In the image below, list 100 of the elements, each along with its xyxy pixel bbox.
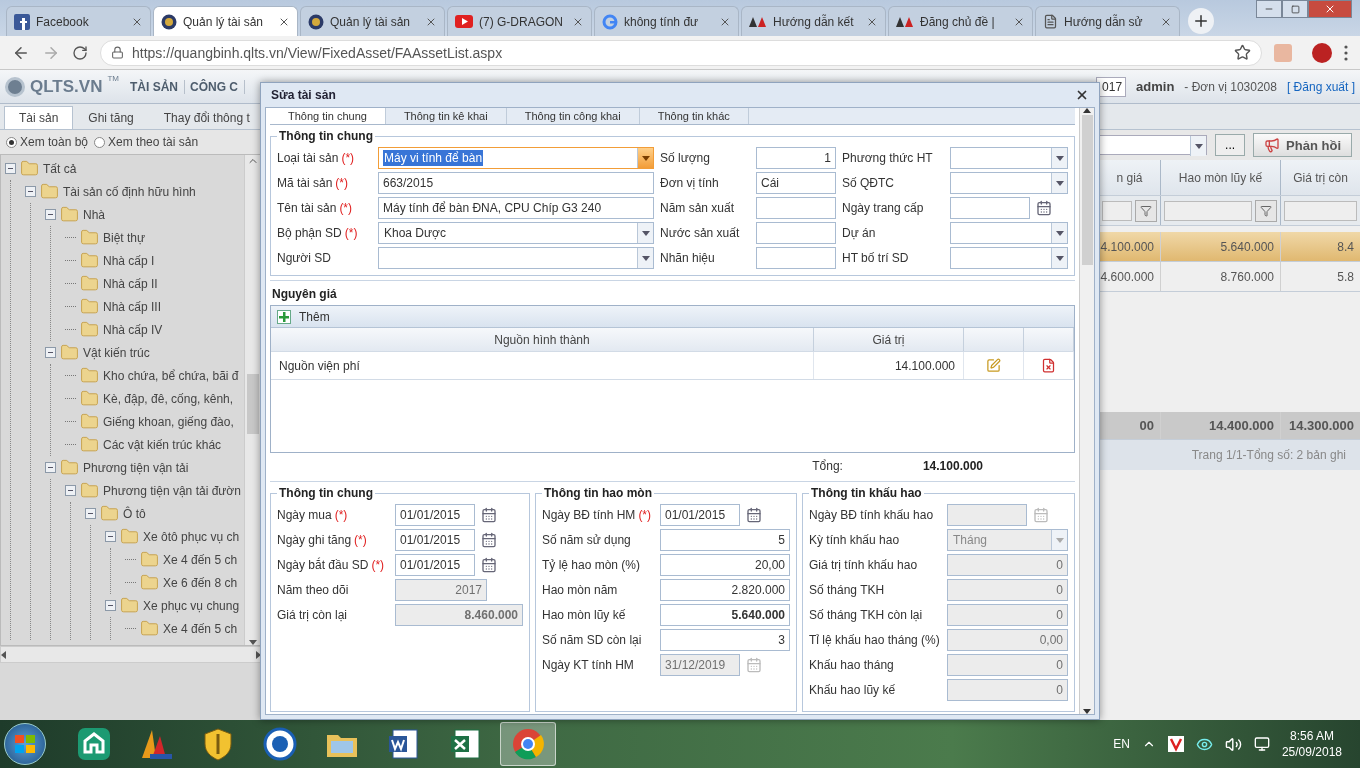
caret-icon[interactable] bbox=[641, 230, 650, 236]
date-field[interactable] bbox=[950, 197, 1030, 219]
text-field[interactable]: Máy tính để bàn ĐNA, CPU Chíp G3 240 bbox=[378, 197, 654, 219]
scroll-left-icon[interactable] bbox=[1, 650, 6, 659]
tree-item[interactable]: Các vật kiến trúc khác bbox=[103, 437, 222, 452]
collapse-toggle[interactable] bbox=[45, 347, 56, 358]
browser-tab[interactable]: Quản lý tài sản bbox=[300, 6, 445, 36]
radio-icon[interactable] bbox=[6, 136, 17, 148]
text-field[interactable]: 663/2015 bbox=[378, 172, 654, 194]
nav-tab[interactable]: Tài sản bbox=[4, 106, 74, 129]
browser-tab[interactable]: Quản lý tài sản bbox=[153, 6, 298, 36]
tree-item[interactable]: Xe 4 đến 5 ch bbox=[163, 552, 238, 567]
tree-item[interactable]: Nhà cấp II bbox=[103, 276, 158, 291]
scrollbar[interactable] bbox=[1079, 108, 1094, 714]
caret-icon[interactable] bbox=[1055, 180, 1064, 186]
calendar-icon[interactable] bbox=[1036, 200, 1052, 216]
tree-item[interactable]: Vật kiến trúc bbox=[83, 345, 150, 360]
close-icon[interactable] bbox=[1075, 88, 1089, 102]
calendar-icon[interactable] bbox=[481, 557, 497, 573]
collapse-toggle[interactable] bbox=[105, 600, 116, 611]
text-field[interactable]: 5 bbox=[660, 529, 790, 551]
language-indicator[interactable]: EN bbox=[1113, 737, 1130, 751]
tray-app-icon[interactable] bbox=[1167, 736, 1184, 752]
filter-field[interactable] bbox=[1102, 200, 1132, 221]
add-link[interactable]: Thêm bbox=[299, 309, 330, 324]
radio-icon[interactable] bbox=[94, 136, 106, 148]
text-field[interactable]: Cái bbox=[756, 172, 836, 194]
tree-item[interactable]: Xe 4 đến 5 ch bbox=[163, 621, 238, 636]
filter-icon[interactable] bbox=[1260, 204, 1272, 217]
menu-item[interactable]: TÀI SẢN bbox=[130, 79, 185, 94]
tree-item[interactable]: Nhà cấp I bbox=[103, 253, 155, 268]
minimize-button[interactable] bbox=[1256, 0, 1282, 18]
tree-item[interactable]: Biệt thự bbox=[103, 230, 146, 245]
filter-button[interactable] bbox=[1255, 199, 1277, 222]
tree-item[interactable]: Kè, đập, đê, cống, kênh, bbox=[103, 391, 234, 406]
scroll-down-icon[interactable] bbox=[1083, 709, 1091, 714]
close-icon[interactable] bbox=[1324, 3, 1336, 15]
dialog-tab[interactable]: Thông tin chung bbox=[270, 108, 386, 124]
browser-tab[interactable]: không tính đư bbox=[594, 6, 739, 36]
collapse-toggle[interactable] bbox=[105, 531, 116, 542]
tree-item[interactable]: Giếng khoan, giếng đào, bbox=[103, 414, 234, 429]
date-field[interactable]: 01/01/2015 bbox=[395, 554, 475, 576]
collapse-toggle[interactable] bbox=[25, 186, 36, 197]
collapse-toggle[interactable] bbox=[5, 163, 16, 174]
volume-icon[interactable] bbox=[1224, 735, 1242, 753]
text-field[interactable] bbox=[756, 247, 836, 269]
start-button[interactable] bbox=[4, 723, 46, 765]
tree-item[interactable]: Nhà bbox=[83, 207, 105, 222]
app-icon[interactable] bbox=[262, 726, 298, 762]
scrollbar-thumb[interactable] bbox=[1081, 115, 1093, 265]
dialog-tab[interactable]: Thông tin khác bbox=[639, 108, 749, 124]
start-icon[interactable] bbox=[14, 734, 36, 754]
tree-item[interactable]: Kho chứa, bể chứa, bãi đ bbox=[103, 368, 239, 383]
text-field[interactable]: 20,00 bbox=[660, 554, 790, 576]
browser-tab[interactable]: Facebook bbox=[6, 6, 151, 36]
text-field[interactable] bbox=[756, 197, 836, 219]
browse-button[interactable]: ... bbox=[1215, 134, 1246, 156]
tree-item[interactable]: Nhà cấp III bbox=[103, 299, 162, 314]
caret-icon[interactable] bbox=[1055, 230, 1064, 236]
browser-tab[interactable]: Hướng dẫn sử bbox=[1035, 6, 1180, 36]
collapse-toggle[interactable] bbox=[85, 508, 96, 519]
dialog-tab[interactable]: Thông tin công khai bbox=[506, 108, 640, 124]
year-field[interactable]: 017 bbox=[1096, 76, 1127, 97]
tree-item[interactable]: Tất cả bbox=[43, 161, 77, 176]
add-icon[interactable] bbox=[277, 309, 291, 324]
collapse-toggle[interactable] bbox=[65, 485, 76, 496]
calendar-icon[interactable] bbox=[481, 507, 497, 523]
reload-icon[interactable] bbox=[72, 44, 88, 61]
column-header[interactable]: Giá trị còn bbox=[1280, 160, 1360, 195]
tree-item[interactable]: Xe ôtô phục vụ ch bbox=[143, 529, 240, 544]
tree-item[interactable]: Phương tiện vận tải bbox=[83, 460, 189, 475]
column-header[interactable]: Hao mòn lũy kế bbox=[1160, 160, 1280, 195]
combo-box[interactable]: Máy vi tính để bàn bbox=[378, 147, 654, 169]
menu-item[interactable]: CÔNG C bbox=[190, 79, 245, 94]
combo-box[interactable]: Khoa Dược bbox=[378, 222, 654, 244]
address-bar[interactable]: https://quangbinh.qlts.vn/View/FixedAsset/FAAssetList.aspx bbox=[100, 39, 1262, 66]
tree-item[interactable]: Phương tiện vận tải đườn bbox=[103, 483, 241, 498]
edit-icon[interactable] bbox=[986, 358, 1001, 373]
bookmark-star-icon[interactable] bbox=[1234, 44, 1251, 61]
scrollbar-thumb[interactable] bbox=[247, 373, 259, 434]
logout-link[interactable]: [ Đăng xuất ] bbox=[1286, 79, 1355, 94]
text-field[interactable]: 5.640.000 bbox=[660, 604, 790, 626]
app-icon[interactable] bbox=[76, 726, 112, 762]
filter-button[interactable] bbox=[1135, 199, 1157, 222]
calendar-icon[interactable] bbox=[746, 507, 762, 523]
menu-icon[interactable] bbox=[1344, 44, 1348, 61]
profile-avatar[interactable] bbox=[1312, 42, 1332, 63]
maximize-icon[interactable] bbox=[1290, 4, 1300, 14]
filter-field[interactable] bbox=[1284, 200, 1357, 221]
collapse-toggle[interactable] bbox=[45, 462, 56, 473]
radio-option[interactable]: Xem toàn bộ bbox=[6, 135, 89, 149]
tree-item[interactable]: Ô tô bbox=[123, 506, 146, 521]
filter-field[interactable] bbox=[1164, 200, 1252, 221]
tree-item[interactable]: Xe phục vụ chung bbox=[143, 598, 240, 613]
browser-tab[interactable]: Hướng dẫn kết bbox=[741, 6, 886, 36]
date-field[interactable]: 01/01/2015 bbox=[395, 504, 475, 526]
delete-icon[interactable] bbox=[1041, 358, 1056, 373]
browser-tab[interactable]: (7) G-DRAGON bbox=[447, 6, 592, 36]
date-field[interactable]: 01/01/2015 bbox=[660, 504, 740, 526]
network-icon[interactable] bbox=[1253, 736, 1270, 752]
